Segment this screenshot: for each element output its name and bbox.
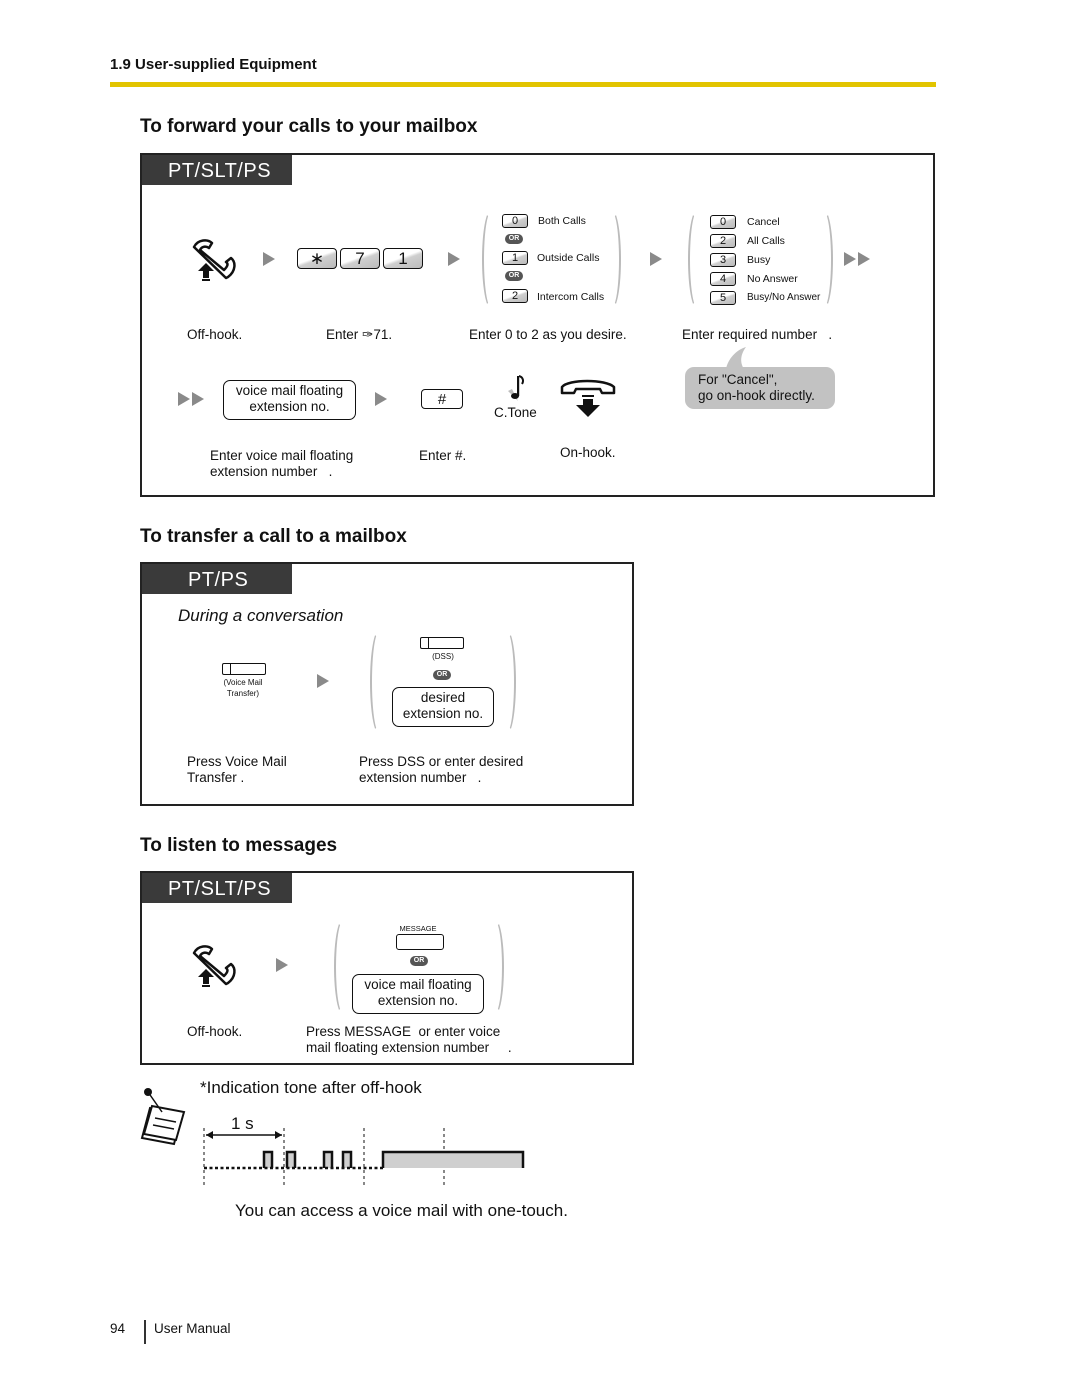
option-label: No Answer bbox=[747, 273, 798, 285]
option-label: Busy/No Answer bbox=[747, 292, 821, 303]
caption-call-type: Enter 0 to 2 as you desire. bbox=[469, 327, 627, 342]
offhook-handset-icon bbox=[192, 945, 236, 987]
or-badge: OR bbox=[505, 234, 523, 244]
tone-pulses bbox=[262, 1150, 525, 1168]
message-button-icon bbox=[396, 934, 444, 950]
key-option: 4 bbox=[710, 272, 736, 286]
bracket-right bbox=[603, 210, 621, 309]
next-arrow-icon bbox=[263, 252, 275, 266]
section-header: 1.9 User-supplied Equipment bbox=[110, 56, 317, 73]
double-arrow-icon bbox=[178, 392, 190, 406]
tab-label: PT/SLT/PS bbox=[142, 873, 292, 903]
message-label: MESSAGE bbox=[399, 924, 437, 933]
caption-press-message: Press MESSAGE or enter voice mail floati… bbox=[306, 1024, 512, 1055]
key-star: ∗ bbox=[297, 248, 337, 269]
dss-label: (DSS) bbox=[432, 652, 454, 661]
option-label: Busy bbox=[747, 254, 771, 266]
desired-extension-box: desired extension no. bbox=[392, 687, 494, 727]
tone-pattern-diagram bbox=[203, 1128, 525, 1188]
note-memo-icon bbox=[140, 1088, 186, 1146]
key-option: 5 bbox=[710, 291, 736, 305]
bracket-right bbox=[815, 210, 833, 309]
key-1-option: 1 bbox=[502, 251, 528, 265]
tab-label: PT/PS bbox=[142, 564, 292, 594]
double-arrow-icon bbox=[858, 252, 870, 266]
key-1: 1 bbox=[383, 248, 423, 269]
panel-forward: PT/SLT/PS ∗ 7 1 0 Both Calls OR 1 Outsid… bbox=[140, 153, 935, 497]
note-description: You can access a voice mail with one-tou… bbox=[235, 1201, 568, 1220]
section-title-listen: To listen to messages bbox=[140, 835, 338, 856]
next-arrow-icon bbox=[375, 392, 387, 406]
panel-listen: PT/SLT/PS MESSAGE OR voice mail floating… bbox=[140, 871, 634, 1065]
bracket-left bbox=[334, 919, 352, 1015]
footer-divider bbox=[144, 1320, 146, 1344]
option-label: All Calls bbox=[747, 235, 785, 247]
next-arrow-icon bbox=[276, 958, 288, 972]
next-arrow-icon bbox=[448, 252, 460, 266]
caption-onhook: On-hook. bbox=[560, 445, 616, 460]
panel-transfer: PT/PS During a conversation (Voice Mail … bbox=[140, 562, 634, 806]
or-badge: OR bbox=[505, 271, 523, 281]
section-title-forward: To forward your calls to your mailbox bbox=[140, 116, 478, 137]
vm-transfer-label: (Voice Mail Transfer) bbox=[223, 678, 263, 698]
tab-label: PT/SLT/PS bbox=[142, 155, 292, 185]
voice-mail-transfer-button-icon bbox=[222, 663, 266, 675]
bracket-right bbox=[486, 919, 504, 1015]
bubble-pointer bbox=[726, 347, 746, 369]
note-title: *Indication tone after off-hook bbox=[200, 1078, 422, 1097]
cancel-note: For "Cancel", go on-hook directly. bbox=[685, 367, 835, 409]
header-rule bbox=[110, 82, 936, 87]
or-badge: OR bbox=[410, 956, 428, 966]
next-arrow-icon bbox=[650, 252, 662, 266]
onhook-handset-icon bbox=[560, 379, 616, 417]
footer-label: User Manual bbox=[154, 1321, 231, 1336]
vm-extension-box: voice mail floating extension no. bbox=[223, 380, 356, 420]
key-2-option: 2 bbox=[502, 289, 528, 303]
option-label: Outside Calls bbox=[537, 252, 600, 264]
section-title-transfer: To transfer a call to a mailbox bbox=[140, 526, 407, 547]
next-arrow-icon bbox=[317, 674, 329, 688]
option-label: Cancel bbox=[747, 216, 780, 228]
tone-label: C.Tone bbox=[494, 405, 537, 420]
context-subtitle: During a conversation bbox=[178, 606, 344, 625]
caption-enter-code: Enter ✑71. bbox=[326, 327, 393, 342]
option-label: Intercom Calls bbox=[537, 291, 605, 303]
vm-extension-box: voice mail floating extension no. bbox=[352, 974, 484, 1014]
page-number: 94 bbox=[110, 1321, 126, 1336]
dss-button-icon bbox=[420, 637, 464, 649]
caption-vm-extension: Enter voice mail floating extension numb… bbox=[210, 448, 354, 479]
key-0: 0 bbox=[502, 214, 528, 228]
offhook-handset-icon bbox=[192, 239, 236, 281]
or-badge: OR bbox=[433, 670, 451, 680]
bracket-left bbox=[370, 630, 388, 734]
bracket-right bbox=[498, 630, 516, 734]
caption-offhook: Off-hook. bbox=[187, 327, 243, 342]
option-label: Both Calls bbox=[538, 215, 586, 227]
caption-offhook: Off-hook. bbox=[187, 1024, 243, 1039]
key-7: 7 bbox=[340, 248, 380, 269]
caption-forward-type: Enter required number . bbox=[682, 327, 833, 342]
bracket-left bbox=[688, 210, 706, 309]
confirmation-tone-icon bbox=[508, 375, 524, 401]
key-option: 0 bbox=[710, 215, 736, 229]
key-hash: # bbox=[421, 389, 463, 409]
double-arrow-icon bbox=[192, 392, 204, 406]
key-option: 3 bbox=[710, 253, 736, 267]
caption-press-dss: Press DSS or enter desired extension num… bbox=[359, 754, 524, 785]
key-option: 2 bbox=[710, 234, 736, 248]
double-arrow-icon bbox=[844, 252, 856, 266]
caption-enter-hash: Enter #. bbox=[419, 448, 467, 463]
caption-press-vm-transfer: Press Voice Mail Transfer . bbox=[187, 754, 287, 785]
interval-arrow bbox=[206, 1131, 282, 1139]
bracket-left bbox=[482, 210, 500, 309]
